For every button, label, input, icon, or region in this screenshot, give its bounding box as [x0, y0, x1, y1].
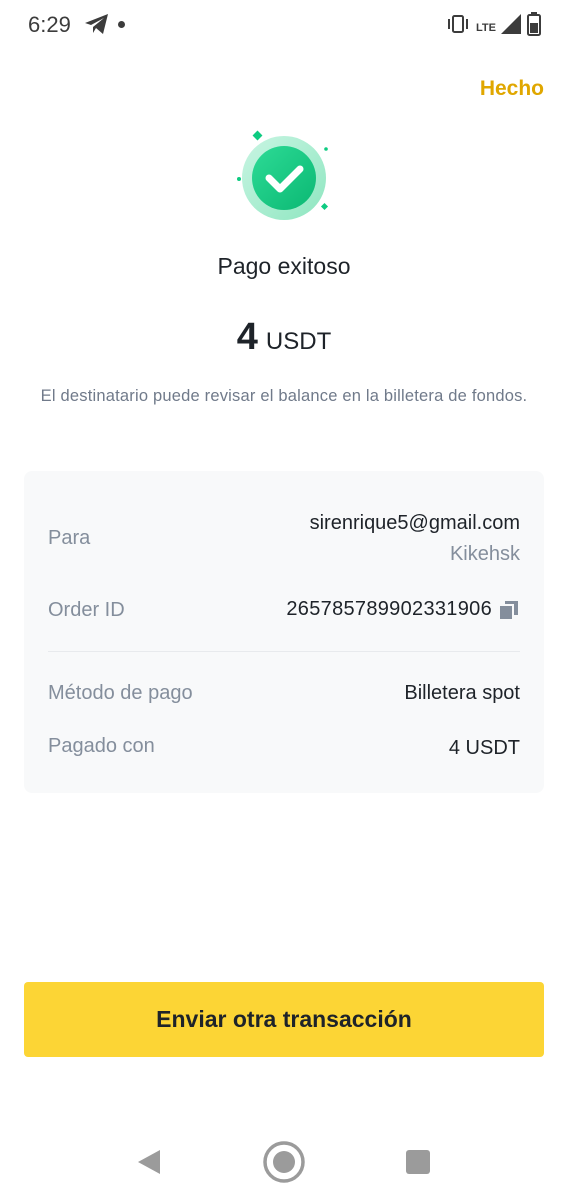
- order-id-row: 265785789902331906: [286, 598, 520, 621]
- amount-value: 4: [236, 316, 258, 358]
- order-id-value: 265785789902331906: [286, 598, 492, 620]
- done-button[interactable]: Hecho: [480, 77, 544, 101]
- home-icon[interactable]: [262, 1140, 306, 1184]
- recipient-name: Kikehsk: [449, 543, 520, 565]
- payment-method-label: Método de pago: [48, 682, 193, 704]
- send-another-transaction-button[interactable]: Enviar otra transacción: [24, 982, 544, 1057]
- check-circle-icon: [237, 130, 329, 220]
- back-icon[interactable]: [136, 1148, 162, 1176]
- paid-with-label: Pagado con: [48, 735, 155, 757]
- info-message: El destinatario puede revisar el balance…: [40, 387, 528, 405]
- recipient-email: sirenrique5@gmail.com: [309, 512, 520, 534]
- battery-icon: [527, 12, 541, 36]
- card-divider: [48, 651, 520, 652]
- amount-display: 4 USDT: [0, 316, 568, 359]
- vibrate-icon: [448, 15, 468, 33]
- status-time: 6:29: [28, 12, 71, 37]
- telegram-icon: [85, 14, 108, 34]
- result-title: Pago exitoso: [217, 253, 351, 279]
- network-type-label: LTE: [476, 22, 496, 34]
- signal-icon: [501, 14, 521, 34]
- recipient-label: Para: [48, 527, 91, 549]
- status-bar: 6:29 LTE: [0, 0, 568, 50]
- payment-method-value: Billetera spot: [404, 682, 520, 704]
- amount-unit: USDT: [265, 328, 332, 355]
- recents-icon[interactable]: [406, 1150, 430, 1174]
- paid-with-value: 4 USDT: [448, 737, 520, 759]
- order-id-label: Order ID: [48, 599, 125, 621]
- notification-dot: [118, 21, 125, 28]
- copy-icon[interactable]: [498, 599, 520, 621]
- details-card: Para sirenrique5@gmail.com Kikehsk Order…: [24, 471, 544, 793]
- system-nav-bar: [0, 1124, 568, 1200]
